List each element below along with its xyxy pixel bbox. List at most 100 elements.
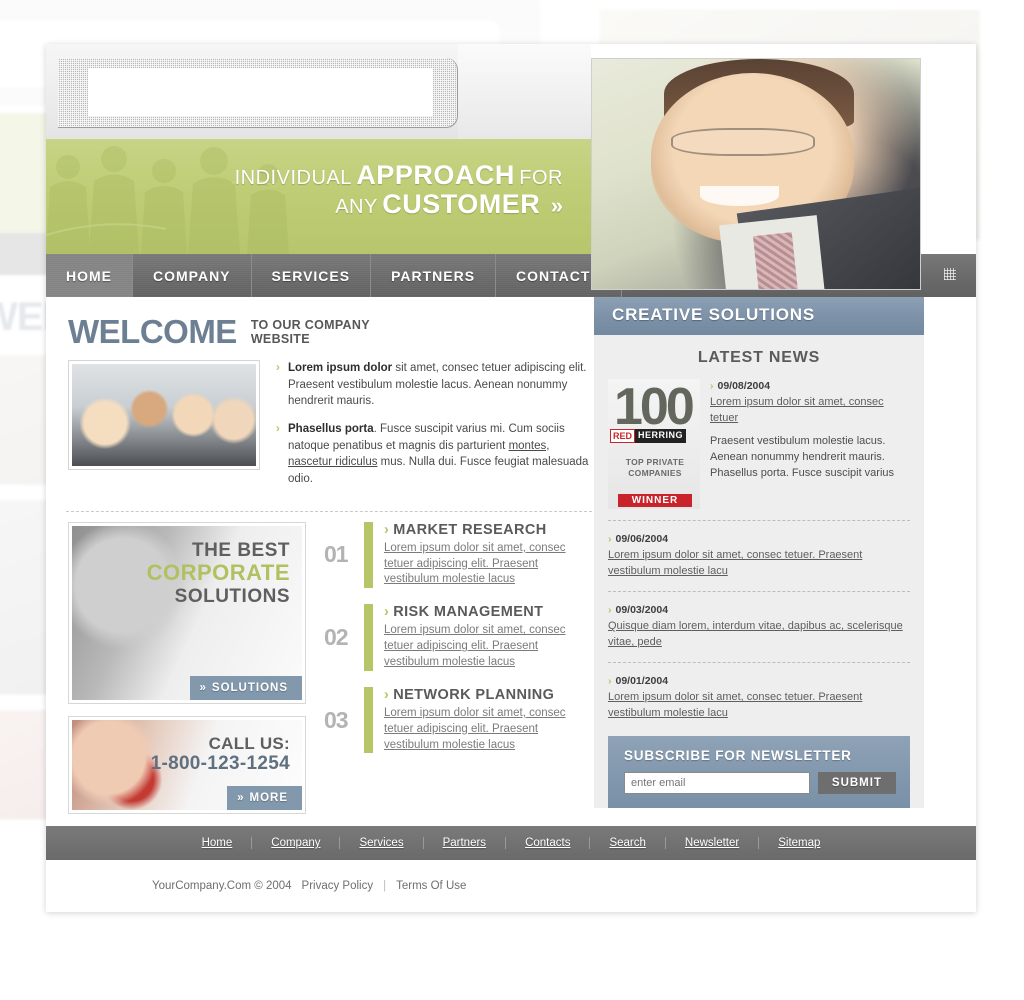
nav-item-home[interactable]: HOME (46, 254, 133, 297)
privacy-policy-link[interactable]: Privacy Policy (302, 880, 374, 892)
page-subtitle: TO OUR COMPANY WEBSITE (251, 315, 370, 347)
solutions-button[interactable]: » SOLUTIONS (189, 675, 302, 700)
welcome-heading: WELCOME TO OUR COMPANY WEBSITE (64, 305, 594, 352)
footer-link-partners[interactable]: Partners (424, 837, 507, 849)
newsletter-title: SUBSCRIBE FOR NEWSLETTER (624, 748, 852, 764)
service-item[interactable]: 01 › MARKET RESEARCH Lorem ipsum dolor si… (324, 521, 594, 589)
service-description-link[interactable]: Lorem ipsum dolor sit amet, consec tetue… (384, 541, 594, 589)
tagline-line1-thin: INDIVIDUAL (234, 167, 352, 189)
service-title: NETWORK PLANNING (393, 686, 555, 703)
nav-item-partners[interactable]: PARTNERS (371, 254, 497, 297)
promo-line-2: CORPORATE (146, 559, 290, 585)
footer-link-services[interactable]: Services (340, 837, 424, 849)
call-us-label: CALL US: (208, 733, 290, 753)
chevron-right-icon: › (710, 380, 714, 392)
creative-solutions-header: CREATIVE SOLUTIONS (594, 293, 924, 335)
nav-item-company[interactable]: COMPANY (133, 254, 252, 297)
intro-paragraph-2: › Phasellus porta. Fusce suscipit varius… (276, 421, 594, 488)
service-accent-bar (364, 521, 373, 589)
news-body: Praesent vestibulum molestie lacus. Aene… (710, 435, 895, 479)
bullet-icon: › (276, 362, 280, 374)
email-field[interactable] (624, 772, 810, 795)
badge-caption-line2: COMPANIES (628, 467, 682, 478)
hero-banner: INDIVIDUAL APPROACH FOR ANY CUSTOMER » (46, 139, 591, 254)
copyright-text: YourCompany.Com © 2004 (152, 880, 292, 892)
promo-call-us[interactable]: CALL US: 1-800-123-1254 » MORE (68, 715, 306, 814)
bullet-icon: › (276, 423, 280, 436)
logo-bar-filler (458, 44, 591, 139)
service-item[interactable]: 03 › NETWORK PLANNING Lorem ipsum dolor s… (324, 686, 594, 754)
footer-link-search[interactable]: Search (590, 837, 666, 849)
footer-navigation: Home Company Services Partners Contacts … (46, 826, 976, 860)
news-list-item: › 09/01/2004 Lorem ipsum dolor sit amet, … (608, 674, 910, 722)
latest-news-title: LATEST NEWS (697, 349, 821, 366)
intro-lead-2: Phasellus porta (288, 423, 374, 436)
chevron-right-icon: » (199, 681, 207, 694)
badge-caption-line1: TOP PRIVATE (625, 457, 685, 467)
team-photo (68, 360, 260, 470)
services-list: 01 › MARKET RESEARCH Lorem ipsum dolor si… (324, 521, 594, 826)
phone-number: 1-800-123-1254 (150, 752, 290, 774)
more-button[interactable]: » MORE (227, 785, 302, 810)
intro-block: › Lorem ipsum dolor sit amet, consec tet… (64, 352, 594, 499)
service-accent-bar (364, 686, 373, 754)
badge-number: 100 (614, 378, 695, 436)
intro-text: › Lorem ipsum dolor sit amet, consec tet… (276, 360, 594, 499)
more-button-label: MORE (249, 791, 288, 804)
tagline-line2-bold: CUSTOMER (382, 189, 541, 220)
copyright-bar: YourCompany.Com © 2004 Privacy Policy | … (46, 860, 976, 912)
chevron-right-icon: › (608, 675, 612, 688)
logo-inner-area (88, 68, 433, 116)
news-headline-link[interactable]: Quisque diam lorem, interdum vitae, dapi… (608, 619, 910, 651)
news-headline-link[interactable]: Lorem ipsum dolor sit amet, consec tetue… (608, 548, 910, 580)
divider (608, 591, 910, 593)
nav-item-services[interactable]: SERVICES (251, 254, 372, 297)
featured-news-row: 100 RED HERRING TOP PRIVATE COMPANIES WI… (608, 379, 910, 509)
hero-tagline: INDIVIDUAL APPROACH FOR ANY CUSTOMER » (234, 160, 563, 220)
logo-placeholder-box[interactable] (58, 58, 458, 128)
divider (608, 662, 910, 664)
chevron-right-icon: › (384, 521, 390, 538)
service-accent-bar (364, 604, 373, 671)
promo-corporate-solutions[interactable]: THE BEST CORPORATE SOLUTIONS » SOLUTIONS (68, 521, 306, 704)
logo-bar (46, 44, 591, 139)
news-date-row: › 09/08/2004 (710, 379, 910, 394)
promo-line-3: SOLUTIONS (174, 585, 290, 607)
red-herring-award-badge: 100 RED HERRING TOP PRIVATE COMPANIES WI… (608, 379, 700, 509)
service-description-link[interactable]: Lorem ipsum dolor sit amet, consec tetue… (384, 706, 594, 754)
footer-link-newsletter[interactable]: Newsletter (666, 837, 760, 849)
page-subtitle-line2: WEBSITE (250, 332, 310, 347)
news-date: 09/03/2004 (615, 604, 669, 617)
news-headline-link[interactable]: Lorem ipsum dolor sit amet, consec tetue… (710, 395, 910, 427)
news-headline-link[interactable]: Lorem ipsum dolor sit amet, consec tetue… (608, 690, 910, 722)
grid-dots-decoration-icon (944, 268, 956, 280)
news-date-row: › 09/06/2004 (608, 532, 910, 547)
tagline-line1-bold: APPROACH (356, 160, 515, 190)
intro-lead-1: Lorem ipsum dolor (288, 362, 393, 374)
hero-photo-businessman (591, 58, 921, 290)
featured-news-item: › 09/08/2004 Lorem ipsum dolor sit amet, … (710, 379, 910, 509)
badge-brand-black: HERRING (635, 429, 687, 443)
website-window: INDIVIDUAL APPROACH FOR ANY CUSTOMER » H… (46, 44, 976, 912)
divider: | (383, 880, 387, 892)
service-description-link[interactable]: Lorem ipsum dolor sit amet, consec tetue… (384, 623, 594, 671)
footer-link-company[interactable]: Company (252, 837, 341, 849)
chevron-right-icon: › (608, 533, 612, 545)
news-date-row: › 09/01/2004 (608, 674, 910, 689)
submit-button[interactable]: SUBMIT (817, 772, 896, 795)
footer-link-contacts[interactable]: Contacts (506, 837, 591, 849)
terms-of-use-link[interactable]: Terms Of Use (396, 880, 466, 892)
right-column: CREATIVE SOLUTIONS LATEST NEWS 100 RED H… (594, 293, 924, 809)
footer-link-home[interactable]: Home (183, 837, 253, 849)
service-number: 01 (324, 541, 349, 568)
service-title: MARKET RESEARCH (393, 521, 547, 538)
tagline-arrow-icon: » (550, 193, 563, 219)
service-item[interactable]: 02 › RISK MANAGEMENT Lorem ipsum dolor si… (324, 604, 594, 671)
footer-link-sitemap[interactable]: Sitemap (759, 837, 839, 849)
promo-column: THE BEST CORPORATE SOLUTIONS » SOLUTIONS … (68, 521, 306, 826)
news-date: 09/08/2004 (717, 380, 771, 392)
service-number: 02 (324, 624, 349, 651)
service-number: 03 (324, 706, 349, 733)
solutions-button-label: SOLUTIONS (211, 681, 288, 694)
page-title: WELCOME (68, 313, 237, 350)
